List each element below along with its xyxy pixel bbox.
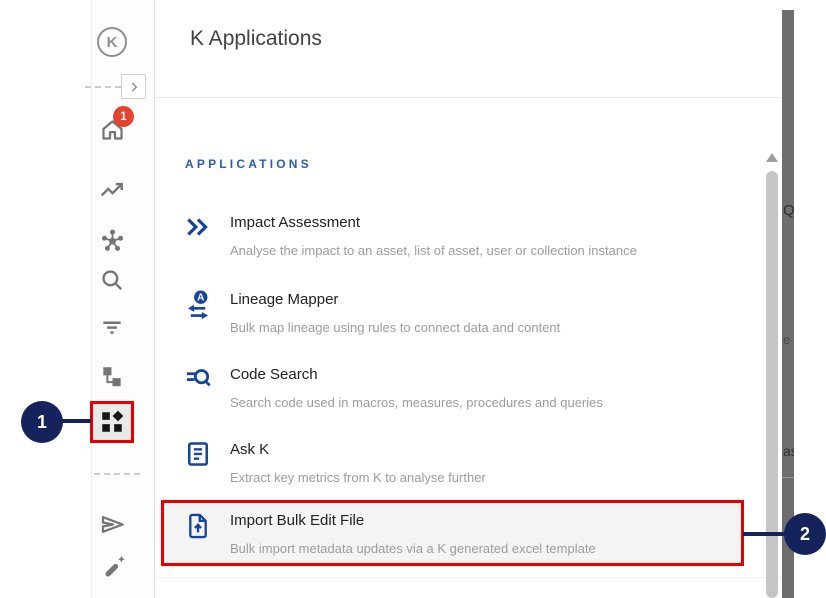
home-notification-badge: 1	[113, 106, 134, 127]
app-title: Code Search	[230, 365, 603, 385]
background-divider-fragment	[782, 477, 794, 478]
app-description: Extract key metrics from K to analyse fu…	[230, 470, 486, 485]
annotation-red-box-1	[90, 401, 134, 443]
app-description: Bulk map lineage using rules to connect …	[230, 320, 560, 335]
app-title: Impact Assessment	[230, 213, 637, 233]
app-row-impact-assessment[interactable]: Impact Assessment Analyse the impact to …	[183, 208, 637, 258]
data-structure-icon	[99, 364, 125, 390]
search-nav-button[interactable]	[98, 266, 126, 294]
share-send-icon	[99, 511, 126, 538]
search-icon	[99, 267, 125, 293]
app-row-lineage-mapper[interactable]: A Lineage Mapper Bulk map lineage using …	[183, 285, 560, 335]
annotation-step-2-marker: 2	[784, 513, 826, 555]
background-text-fragment: QU	[783, 202, 794, 219]
badge-count: 1	[120, 111, 126, 123]
app-description: Bulk import metadata updates via a K gen…	[230, 541, 596, 556]
annotation-line-2	[743, 532, 786, 536]
network-hub-nav-button[interactable]	[98, 226, 126, 254]
trending-nav-button[interactable]	[98, 176, 126, 204]
app-title: Ask K	[230, 440, 486, 460]
background-text-fragment: as	[783, 443, 794, 459]
annotation-number: 1	[37, 412, 47, 433]
code-search-icon	[183, 360, 213, 394]
share-nav-button[interactable]	[98, 510, 126, 538]
scrollbar-up-arrow[interactable]	[766, 153, 778, 162]
ask-k-document-icon	[183, 435, 213, 469]
sidebar-bottom-dashed-separator	[94, 473, 140, 475]
dimmed-background-strip: QU e as	[782, 10, 794, 598]
applications-section-label: APPLICATIONS	[185, 157, 312, 171]
screenshot-canvas: K 1	[0, 0, 826, 598]
magic-wand-icon	[100, 553, 127, 580]
app-row-ask-k[interactable]: Ask K Extract key metrics from K to anal…	[183, 435, 486, 485]
double-chevron-right-icon	[183, 208, 213, 242]
k-logo: K	[97, 27, 127, 57]
app-title: Lineage Mapper	[230, 290, 560, 310]
header-divider	[156, 97, 782, 98]
app-description: Analyse the impact to an asset, list of …	[230, 243, 637, 258]
chevron-right-icon	[127, 80, 141, 94]
annotation-step-1-marker: 1	[21, 401, 63, 443]
list-bottom-divider	[156, 577, 782, 578]
lineage-letter: A	[197, 293, 204, 304]
app-description: Search code used in macros, measures, pr…	[230, 395, 603, 410]
annotation-line-1	[61, 419, 91, 423]
background-text-fragment: e	[783, 332, 790, 347]
file-upload-icon	[183, 506, 213, 540]
app-title: Import Bulk Edit File	[230, 511, 596, 531]
app-row-import-bulk-edit-file[interactable]: Import Bulk Edit File Bulk import metada…	[183, 506, 596, 556]
magic-wand-nav-button[interactable]	[99, 552, 127, 580]
filter-icon	[99, 313, 125, 339]
expand-panel-button[interactable]	[121, 74, 146, 99]
k-logo-letter: K	[107, 34, 118, 51]
lineage-mapper-icon: A	[183, 285, 213, 319]
network-hub-icon	[99, 227, 126, 254]
annotation-number: 2	[800, 524, 810, 545]
data-structure-nav-button[interactable]	[98, 363, 126, 391]
app-row-code-search[interactable]: Code Search Search code used in macros, …	[183, 360, 603, 410]
trending-chart-icon	[99, 177, 125, 203]
sidebar-top-dashed-line	[85, 86, 121, 88]
page-title: K Applications	[190, 27, 322, 51]
filter-nav-button[interactable]	[98, 312, 126, 340]
